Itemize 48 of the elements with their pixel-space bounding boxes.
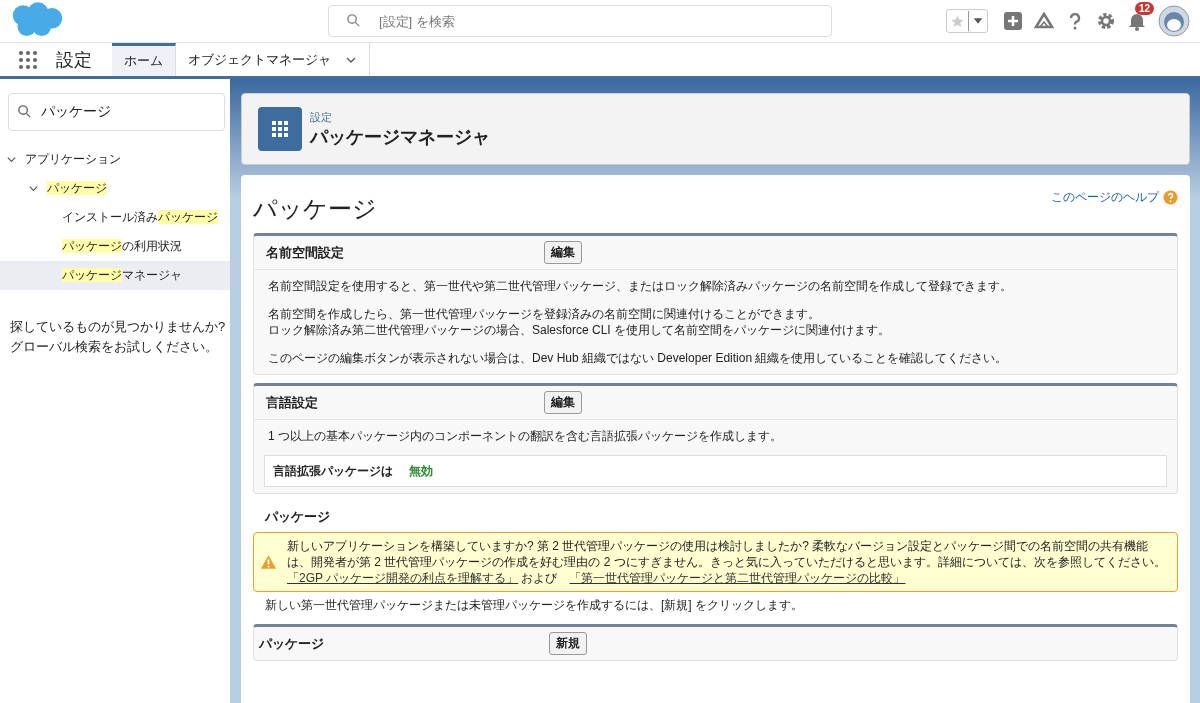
- breadcrumb-link[interactable]: 設定: [310, 109, 490, 125]
- hint-text: 探しているものが見つかりませんか?: [10, 318, 227, 336]
- instruction-text: 新しい第一世代管理パッケージまたは未管理パッケージを作成するには、[新規] をクリックします。: [265, 597, 804, 614]
- bell-icon[interactable]: [1127, 11, 1147, 31]
- description-text: 名前空間を作成したら、第一世代管理パッケージを登録済みの名前空間に関連付けることができます。: [268, 306, 821, 322]
- panel-title: 言語設定: [266, 393, 319, 412]
- documentation-link[interactable]: 「2GP パッケージ開発の利点を理解する」: [287, 571, 519, 585]
- hint-text: グローバル検索をお試しください。: [10, 338, 219, 356]
- app-launcher-icon[interactable]: [18, 49, 38, 70]
- section-heading: パッケージ: [265, 508, 331, 526]
- warning-icon: [260, 554, 277, 570]
- search-field[interactable]: [設定] を検索: [328, 5, 832, 37]
- description-text: 名前空間設定を使用すると、第一世代や第二世代管理パッケージ、またはロック解除済みパッケージの名前空間を作成して登録できます。: [268, 278, 1013, 294]
- warning-text: 新しいアプリケーションを構築していますか? 第 2 世代管理パッケージの使用は検討しましたか? 柔軟なバージョン設定とパッケージ間での名前空間の共有機能は、開発者が第 2 世代管理パッケージの作成を好む理由の 2 つにすぎません。きっと気に入っていただけると思います。詳細については、次を参照してください。: [287, 539, 1166, 569]
- favorites-button[interactable]: [946, 9, 988, 33]
- page-title: パッケージマネージャ: [310, 125, 490, 149]
- nav-tab[interactable]: オブジェクトマネージャ: [176, 43, 370, 76]
- grid-icon: [258, 107, 302, 151]
- chevron-icon[interactable]: [28, 183, 39, 194]
- description-text: 1 つ以上の基本パッケージ内のコンポーネントの翻訳を含む言語拡張パッケージを作成します。: [268, 428, 783, 445]
- edit-button[interactable]: 編集: [544, 241, 582, 264]
- description-text: このページの編集ボタンが表示されない場合は、Dev Hub 組織ではない Developer Edition 組織を使用していることを確認してください。: [268, 350, 1009, 366]
- tree-item[interactable]: インストール済みパッケージ: [62, 209, 218, 226]
- app-name: 設定: [56, 48, 92, 72]
- documentation-link[interactable]: 「第一世代管理パッケージと第二世代管理パッケージの比較」: [569, 571, 906, 585]
- add-icon[interactable]: [1003, 11, 1023, 31]
- help-link[interactable]: このページのヘルプ: [1051, 189, 1159, 206]
- conjunction-text: および: [521, 571, 558, 585]
- help-icon: [1163, 190, 1178, 205]
- search-icon: [17, 104, 32, 119]
- search-icon: [346, 13, 361, 28]
- panel-title: 名前空間設定: [266, 243, 345, 262]
- tree-item[interactable]: パッケージの利用状況: [62, 238, 182, 255]
- section-title: パッケージ: [253, 194, 377, 224]
- tree-item[interactable]: アプリケーション: [25, 151, 121, 168]
- status-value: 無効: [409, 462, 433, 480]
- tree-item[interactable]: パッケージ: [47, 180, 107, 197]
- edit-button[interactable]: 編集: [544, 391, 582, 414]
- notification-badge: 12: [1135, 2, 1155, 15]
- field-label: 言語拡張パッケージは: [273, 462, 393, 480]
- panel-title: パッケージ: [259, 634, 325, 653]
- settings-icon[interactable]: [1096, 11, 1116, 31]
- chevron-icon[interactable]: [6, 154, 17, 165]
- avatar-icon[interactable]: [1158, 5, 1190, 37]
- quick-find-field[interactable]: パッケージ: [8, 93, 225, 131]
- nav-tab[interactable]: ホーム: [112, 43, 176, 76]
- description-text: ロック解除済み第二世代管理パッケージの場合、Salesforce CLI を使用して名前空間をパッケージに関連付けます。: [268, 322, 892, 338]
- new-button[interactable]: 新規: [549, 632, 587, 655]
